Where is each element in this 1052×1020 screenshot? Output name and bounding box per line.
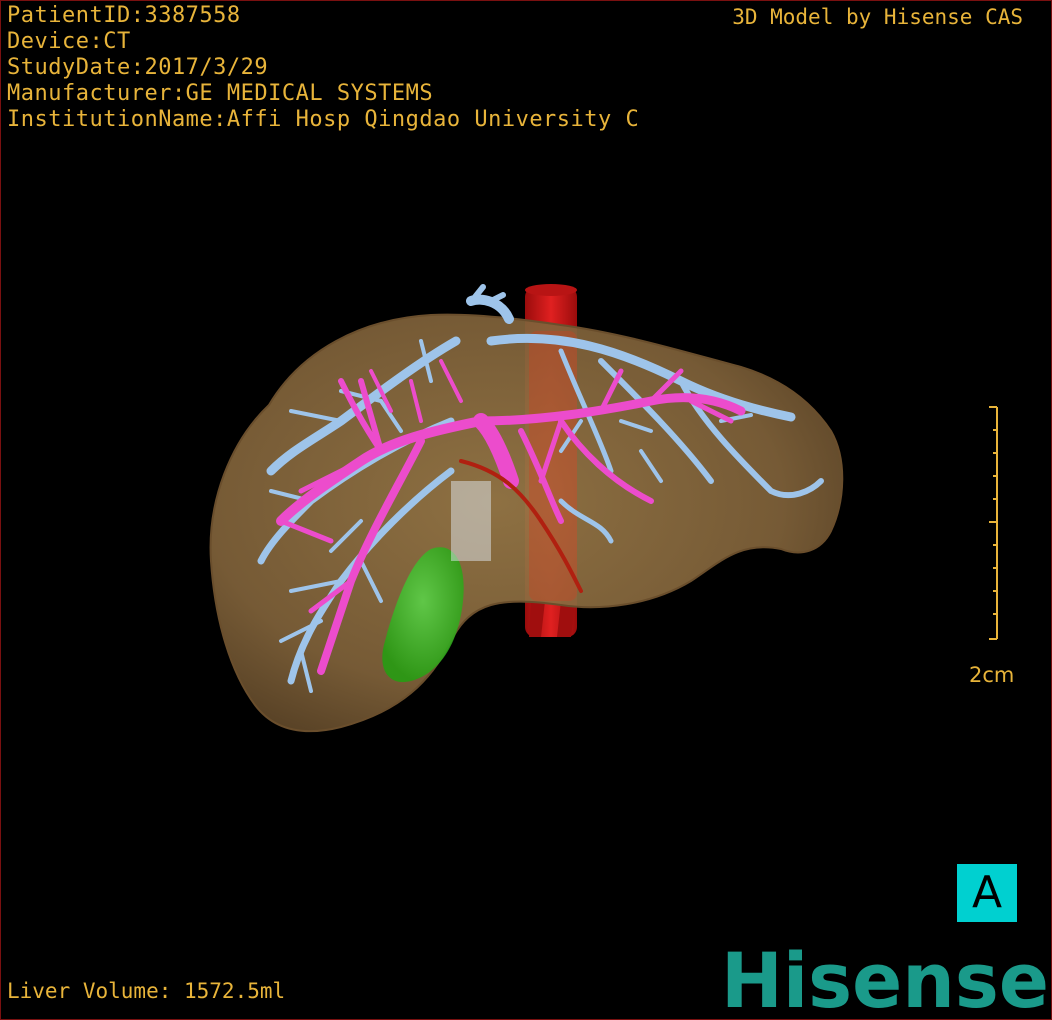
ivc-lower: [451, 481, 491, 561]
scale-label: 2cm: [969, 663, 1015, 687]
study-date-label: StudyDate:2017/3/29: [7, 55, 269, 80]
patient-id-label: PatientID:3387558: [7, 3, 241, 28]
liver-volume-label: Liver Volume: 1572.5ml: [7, 979, 286, 1003]
liver-3d-model[interactable]: [1, 1, 1051, 1019]
manufacturer-label: Manufacturer:GE MEDICAL SYSTEMS: [7, 81, 434, 106]
orientation-badge[interactable]: A: [955, 862, 1019, 924]
hisense-logo: Hisense: [721, 939, 1049, 1015]
3d-viewport[interactable]: PatientID:3387558 Device:CT StudyDate:20…: [0, 0, 1052, 1020]
brand-logo-text: Hisense: [721, 939, 1049, 1015]
model-credit-label: 3D Model by Hisense CAS: [732, 5, 1023, 29]
institution-label: InstitutionName:Affi Hosp Qingdao Univer…: [7, 107, 640, 132]
scale-bar: [989, 406, 998, 640]
device-label: Device:CT: [7, 29, 131, 54]
